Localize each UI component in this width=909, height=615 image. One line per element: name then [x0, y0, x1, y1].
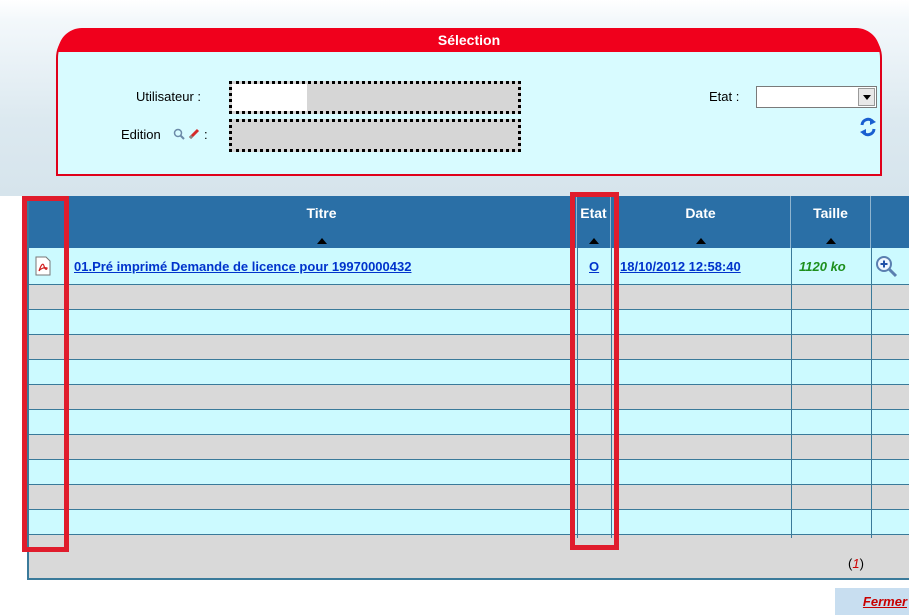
table-row [29, 385, 909, 410]
edition-colon: : [204, 127, 208, 142]
table-row [29, 335, 909, 360]
document-size: 1120 ko [799, 259, 846, 274]
user-label: Utilisateur : [136, 89, 202, 104]
document-date-link[interactable]: 18/10/2012 12:58:40 [620, 248, 741, 285]
edition-label: Edition [121, 127, 161, 142]
selection-panel: Sélection Utilisateur : Edition : Etat : [56, 28, 882, 176]
table-row [29, 485, 909, 510]
sort-arrow-icon[interactable] [825, 238, 836, 244]
header-taille-label: Taille [813, 205, 848, 221]
pager: (1) [848, 556, 864, 571]
header-taille[interactable]: Taille [791, 196, 871, 248]
header-date[interactable]: Date [611, 196, 791, 248]
header-date-label: Date [685, 205, 716, 221]
edition-field[interactable] [229, 119, 521, 152]
close-button[interactable]: Fermer [835, 588, 909, 615]
header-titre-label: Titre [306, 205, 337, 221]
state-label: Etat : [709, 89, 740, 104]
column-divider [871, 248, 872, 538]
refresh-icon[interactable] [858, 116, 878, 138]
table-row [29, 435, 909, 460]
table-row [29, 510, 909, 535]
user-input-value[interactable] [232, 84, 307, 111]
highlight-icon-column [22, 196, 69, 552]
column-divider [791, 248, 792, 538]
table-row [29, 410, 909, 435]
pager-close: ) [859, 556, 864, 571]
sort-arrow-icon[interactable] [695, 238, 706, 244]
header-action-col [871, 196, 909, 248]
document-title-link[interactable]: 01.Pré imprimé Demande de licence pour 1… [74, 248, 411, 285]
pager-page-link[interactable]: 1 [852, 556, 859, 571]
state-select[interactable] [756, 86, 877, 108]
table-row [29, 360, 909, 385]
table-row [29, 285, 909, 310]
selection-title: Sélection [58, 28, 880, 52]
sort-arrow-icon[interactable] [316, 238, 327, 244]
table-row [29, 310, 909, 335]
search-icon[interactable] [173, 128, 185, 140]
zoom-in-icon[interactable] [874, 254, 898, 278]
user-field[interactable] [229, 81, 521, 114]
eraser-icon[interactable] [188, 128, 200, 140]
table-row [29, 460, 909, 485]
header-titre[interactable]: Titre [67, 196, 577, 248]
chevron-down-icon[interactable] [858, 88, 875, 106]
highlight-state-column [570, 192, 619, 550]
